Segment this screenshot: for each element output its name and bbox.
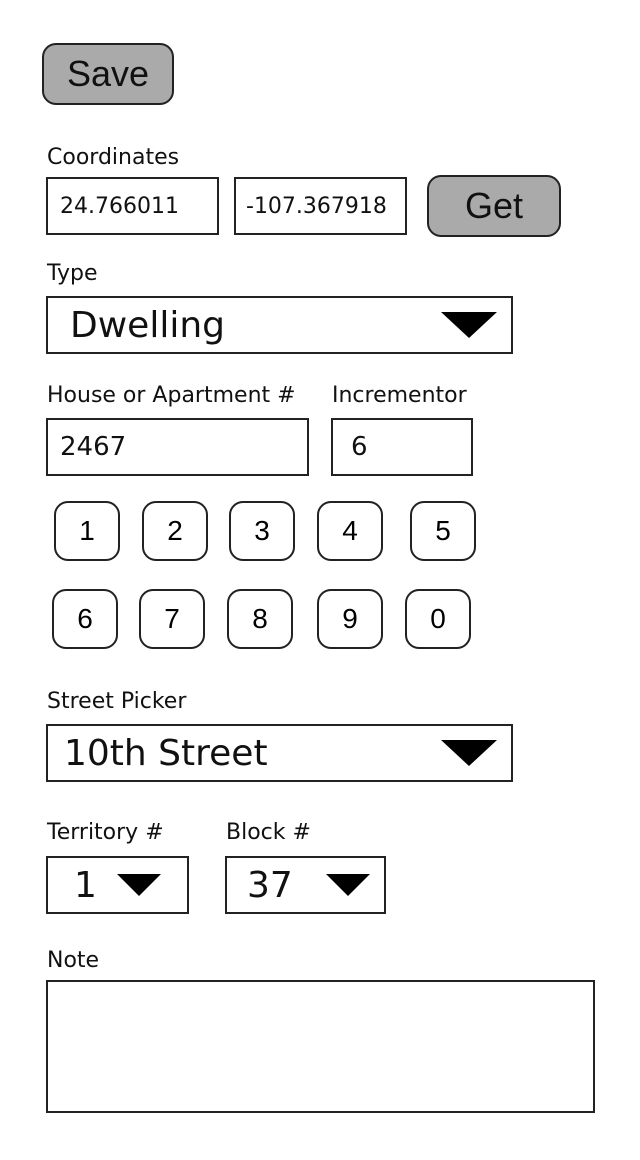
- type-selected-value: Dwelling: [70, 304, 225, 346]
- type-select[interactable]: Dwelling: [46, 296, 513, 354]
- note-textarea[interactable]: [46, 980, 595, 1113]
- coordinates-label: Coordinates: [47, 145, 180, 170]
- keypad-key-0[interactable]: 0: [405, 589, 471, 649]
- triangle-down-icon: [441, 312, 497, 338]
- type-label: Type: [47, 261, 98, 286]
- territory-select[interactable]: 1: [46, 856, 189, 914]
- save-button[interactable]: Save: [42, 43, 174, 105]
- house-number-input[interactable]: 2467: [46, 418, 309, 476]
- triangle-down-icon: [117, 874, 161, 896]
- keypad-key-8[interactable]: 8: [227, 589, 293, 649]
- triangle-down-icon: [441, 740, 497, 766]
- block-select[interactable]: 37: [225, 856, 386, 914]
- street-picker-label: Street Picker: [47, 689, 187, 714]
- keypad-key-4[interactable]: 4: [317, 501, 383, 561]
- latitude-input[interactable]: 24.766011: [46, 177, 219, 235]
- keypad-key-5[interactable]: 5: [410, 501, 476, 561]
- incrementor-label: Incrementor: [332, 383, 467, 408]
- territory-label: Territory #: [47, 820, 164, 845]
- street-picker-select[interactable]: 10th Street: [46, 724, 513, 782]
- longitude-input[interactable]: -107.367918: [234, 177, 407, 235]
- keypad-key-1[interactable]: 1: [54, 501, 120, 561]
- keypad-key-7[interactable]: 7: [139, 589, 205, 649]
- note-label: Note: [47, 948, 100, 973]
- keypad-key-2[interactable]: 2: [142, 501, 208, 561]
- block-selected-value: 37: [247, 864, 293, 906]
- block-label: Block #: [226, 820, 311, 845]
- territory-selected-value: 1: [74, 864, 97, 906]
- get-coordinates-button[interactable]: Get: [427, 175, 561, 237]
- keypad-key-9[interactable]: 9: [317, 589, 383, 649]
- keypad-key-3[interactable]: 3: [229, 501, 295, 561]
- triangle-down-icon: [326, 874, 370, 896]
- house-label: House or Apartment #: [47, 383, 296, 408]
- street-selected-value: 10th Street: [64, 732, 268, 774]
- keypad-key-6[interactable]: 6: [52, 589, 118, 649]
- incrementor-input[interactable]: 6: [331, 418, 473, 476]
